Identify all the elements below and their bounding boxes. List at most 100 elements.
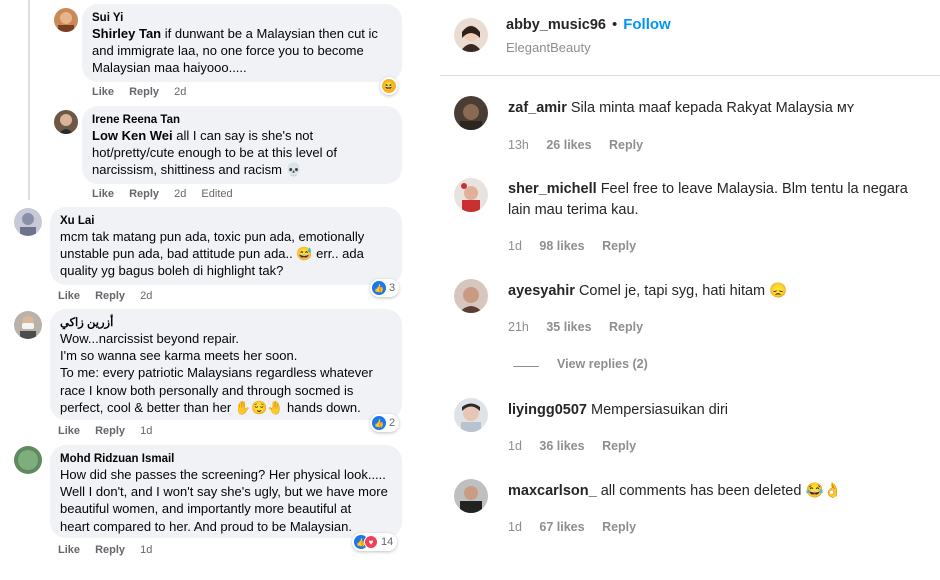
comment-text: race I know both personally and through … (60, 382, 354, 398)
comment-text: Low Ken Wei all I can say is she's not (92, 128, 314, 143)
reply-button[interactable]: Reply (95, 544, 125, 556)
mention-tag[interactable]: Shirley Tan (92, 26, 161, 41)
avatar[interactable] (454, 279, 488, 313)
comment-author[interactable]: Xu Lai (60, 214, 392, 228)
comment-text: Feel free to leave Malaysia. Blm tentu l… (600, 181, 908, 197)
reaction-chip[interactable]: 👍 2 (370, 414, 400, 432)
timestamp[interactable]: 1d (508, 520, 522, 534)
comment-body: ayesyahir Comel je, tapi syg, hati hitam… (508, 281, 928, 302)
comment-author[interactable]: Irene Reena Tan (92, 113, 392, 127)
reply-button[interactable]: Reply (95, 290, 125, 302)
avatar[interactable] (454, 96, 488, 130)
thread-line (28, 0, 30, 200)
avatar[interactable] (454, 398, 488, 432)
comment-actions: Like Reply 1d (58, 425, 164, 437)
avatar[interactable] (54, 110, 78, 134)
like-button[interactable]: Like (92, 86, 114, 98)
comment-username[interactable]: maxcarlson_ (508, 483, 597, 499)
reply-button[interactable]: Reply (609, 138, 643, 152)
header-username[interactable]: abby_music96 (506, 17, 606, 33)
panel-divider (412, 0, 440, 580)
avatar[interactable] (14, 311, 42, 339)
post-header: abby_music96 • Follow ElegantBeauty (440, 0, 940, 76)
header-subtitle[interactable]: ElegantBeauty (506, 40, 591, 55)
reaction-count: 3 (389, 282, 396, 294)
comment-author[interactable]: Sui Yi (92, 11, 392, 25)
comment-text: mcm tak matang pun ada, toxic pun ada, e… (60, 229, 365, 244)
comment-bubble: Sui Yi Shirley Tan if dunwant be a Malay… (82, 4, 402, 82)
timestamp[interactable]: 1d (508, 239, 522, 253)
header-title-row: abby_music96 • Follow (506, 16, 671, 34)
comment-text: unstable pun ada, bad attitude pun ada..… (60, 246, 364, 262)
reaction-chip[interactable]: 👍 ♥ 14 (352, 533, 398, 551)
avatar[interactable] (54, 8, 78, 32)
comment-text: lain mau terima kau. (508, 202, 639, 218)
view-replies-button[interactable]: View replies (2) (557, 357, 648, 371)
comment-text: all comments has been deleted 😂👌 (600, 483, 842, 499)
reaction-count: 2 (389, 417, 396, 429)
reply-button[interactable]: Reply (609, 320, 643, 334)
comment-author[interactable]: أزرين زاكي (60, 316, 392, 330)
reaction-chip[interactable]: 😆 (380, 77, 398, 95)
comment-username[interactable]: ayesyahir (508, 283, 575, 299)
comment-text: Comel je, tapi syg, hati hitam 😞 (578, 283, 788, 299)
like-button[interactable]: Like (58, 290, 80, 302)
comment-body: liyingg0507 Mempersiasuikan diri (508, 400, 928, 421)
comment-text: quality yg bagus boleh di highlight tak? (60, 263, 284, 279)
comment-bubble: Mohd Ridzuan Ismail How did she passes t… (50, 445, 402, 538)
mention-tag[interactable]: Low Ken Wei (92, 128, 173, 143)
haha-reaction-icon: 😆 (382, 79, 396, 93)
comment-text: Sila minta maaf kepada Rakyat Malaysia ᴍ… (570, 100, 855, 116)
comment-author[interactable]: Mohd Ridzuan Ismail (60, 452, 392, 466)
comment-username[interactable]: zaf_amir (508, 100, 567, 116)
view-replies-line (513, 366, 539, 367)
comment-meta: 1d 36 likes Reply (508, 439, 650, 453)
reaction-chip[interactable]: 👍 3 (370, 279, 400, 297)
likes-count[interactable]: 35 likes (546, 320, 591, 334)
timestamp[interactable]: 1d (140, 544, 152, 556)
likes-count[interactable]: 36 likes (539, 439, 584, 453)
timestamp[interactable]: 13h (508, 138, 529, 152)
avatar[interactable] (14, 208, 42, 236)
timestamp[interactable]: 2d (140, 290, 152, 302)
timestamp[interactable]: 21h (508, 320, 529, 334)
reply-button[interactable]: Reply (602, 239, 636, 253)
reaction-count: 14 (381, 536, 394, 548)
avatar[interactable] (454, 479, 488, 513)
comment-text: Mempersiasuikan diri (591, 402, 729, 418)
like-button[interactable]: Like (58, 425, 80, 437)
comment-meta: 13h 26 likes Reply (508, 138, 657, 152)
comment-username[interactable]: liyingg0507 (508, 402, 587, 418)
reply-button[interactable]: Reply (129, 86, 159, 98)
like-button[interactable]: Like (58, 544, 80, 556)
timestamp[interactable]: 1d (140, 425, 152, 437)
like-button[interactable]: Like (92, 188, 114, 200)
avatar[interactable] (454, 18, 488, 52)
reply-button[interactable]: Reply (129, 188, 159, 200)
comment-bubble: Irene Reena Tan Low Ken Wei all I can sa… (82, 106, 402, 184)
comment-text: Well I don't, and I won't say she's ugly… (60, 484, 388, 500)
comment-username[interactable]: sher_michell (508, 181, 597, 197)
reply-button[interactable]: Reply (95, 425, 125, 437)
comment-text: I'm so wanna see karma meets her soon. (60, 348, 298, 364)
comment-text: How did she passes the screening? Her ph… (60, 467, 386, 482)
reply-button[interactable]: Reply (602, 439, 636, 453)
comment-meta: 1d 98 likes Reply (508, 239, 650, 253)
comment-bubble: أزرين زاكي Wow...narcissist beyond repai… (50, 309, 402, 420)
instagram-comments-panel: abby_music96 • Follow ElegantBeauty zaf_am… (440, 0, 940, 580)
avatar[interactable] (454, 178, 488, 212)
timestamp[interactable]: 2d (174, 188, 186, 200)
comment-text: heart compared to her. And proud to be M… (60, 518, 352, 534)
timestamp[interactable]: 1d (508, 439, 522, 453)
likes-count[interactable]: 67 likes (539, 520, 584, 534)
follow-button[interactable]: Follow (623, 16, 671, 33)
comment-text: To me: every patriotic Malaysians regard… (60, 365, 373, 381)
timestamp[interactable]: 2d (174, 86, 186, 98)
comment-actions: Like Reply 2d (92, 86, 198, 98)
likes-count[interactable]: 98 likes (539, 239, 584, 253)
likes-count[interactable]: 26 likes (546, 138, 591, 152)
avatar[interactable] (14, 446, 42, 474)
comment-text: Wow...narcissist beyond repair. (60, 331, 239, 346)
reply-button[interactable]: Reply (602, 520, 636, 534)
comment-bubble: Xu Lai mcm tak matang pun ada, toxic pun… (50, 207, 402, 285)
